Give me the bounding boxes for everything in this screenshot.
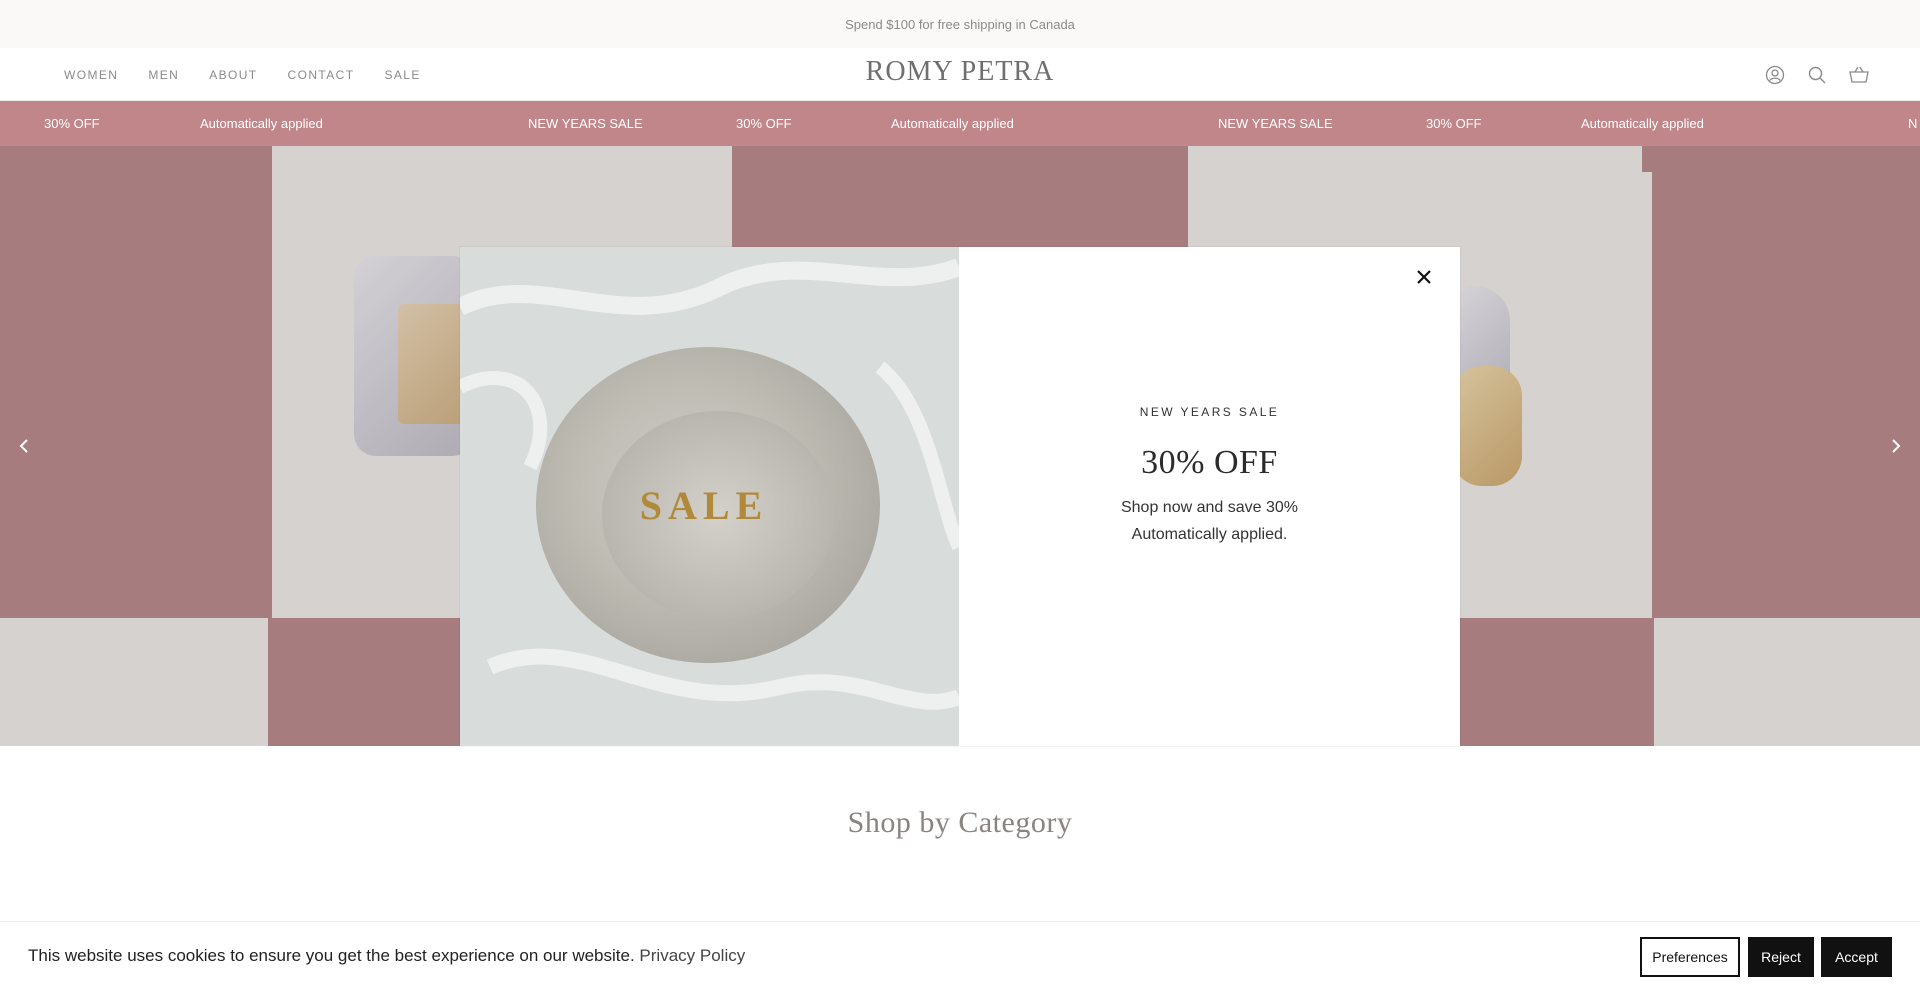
ticker-item: NEW YEARS SALE — [528, 116, 643, 131]
ticker-item: NEW YEARS SALE — [1218, 116, 1333, 131]
cookie-message: This website uses cookies to ensure you … — [28, 946, 745, 966]
header-icons — [1764, 48, 1870, 101]
account-icon[interactable] — [1764, 64, 1786, 86]
sale-letters: SALE — [640, 483, 769, 528]
sale-dish-image: SALE — [460, 247, 959, 746]
search-icon[interactable] — [1806, 64, 1828, 86]
ticker-item: N — [1908, 116, 1918, 131]
ticker-item: 30% OFF — [44, 116, 100, 131]
section-title: Shop by Category — [847, 806, 1073, 839]
reject-button[interactable]: Reject — [1748, 937, 1814, 977]
privacy-policy-link[interactable]: Privacy Policy — [639, 946, 745, 965]
popup-line-2: Automatically applied. — [1131, 526, 1288, 543]
ticker-item: Automatically applied — [1581, 116, 1704, 131]
popup-line-1: Shop now and save 30% — [1120, 499, 1298, 516]
ticker-item: Automatically applied — [200, 116, 323, 131]
promo-popup: SALE NEW YEARS SALE 30% OFF Shop now and… — [460, 247, 1460, 746]
site-logo[interactable]: ROMY PETRA — [0, 56, 1920, 88]
announcement-bar: Spend $100 for free shipping in Canada — [0, 0, 1920, 48]
cart-icon[interactable] — [1848, 64, 1870, 86]
ticker-item: Automatically applied — [891, 116, 1014, 131]
promo-ticker: 30% OFF Automatically applied NEW YEARS … — [0, 101, 1920, 146]
chevron-right-icon[interactable] — [1881, 431, 1911, 461]
close-icon[interactable] — [1410, 263, 1438, 291]
cookie-banner: This website uses cookies to ensure you … — [0, 921, 1920, 993]
accept-button[interactable]: Accept — [1821, 937, 1892, 977]
popup-headline: 30% OFF — [1141, 444, 1278, 481]
popup-eyebrow: NEW YEARS SALE — [1139, 405, 1280, 419]
site-header: WOMEN MEN ABOUT CONTACT SALE ROMY PETRA — [0, 48, 1920, 101]
preferences-button[interactable]: Preferences — [1640, 937, 1740, 977]
cookie-text: This website uses cookies to ensure you … — [28, 946, 635, 965]
chevron-left-icon[interactable] — [9, 431, 39, 461]
ticker-item: 30% OFF — [1426, 116, 1482, 131]
ticker-item: 30% OFF — [736, 116, 792, 131]
announcement-text: Spend $100 for free shipping in Canada — [845, 16, 1075, 32]
popup-content: NEW YEARS SALE 30% OFF Shop now and save… — [959, 247, 1460, 746]
popup-image: SALE — [460, 247, 959, 746]
